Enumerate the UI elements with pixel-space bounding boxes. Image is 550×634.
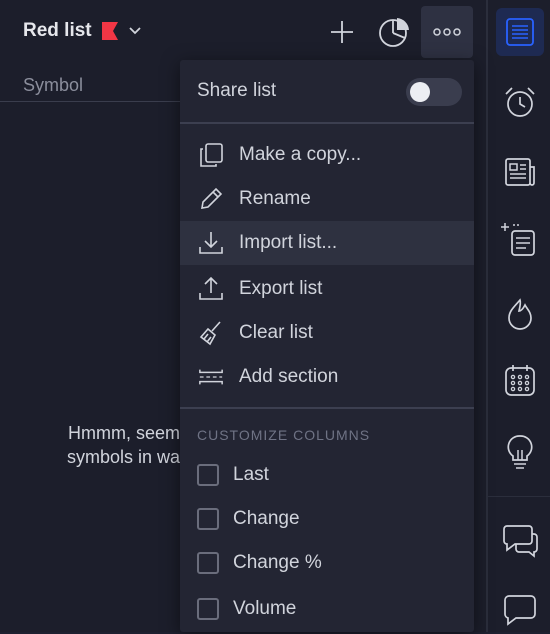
chevron-down-icon[interactable] [128,24,142,38]
calendar-button[interactable] [496,356,544,404]
chats-button[interactable] [496,516,544,564]
calendar-icon [503,363,537,397]
news-icon [503,155,537,189]
checkbox[interactable] [197,598,219,620]
checkbox[interactable] [197,508,219,530]
column-option-label: Last [233,464,269,485]
alarm-clock-icon [503,85,537,119]
rail-divider [488,496,550,497]
column-header-symbol[interactable]: Symbol [23,75,83,96]
news-button[interactable] [496,148,544,196]
menu-item-label: Import list... [239,232,338,253]
ideas-button[interactable] [496,428,544,476]
alerts-button[interactable] [496,78,544,126]
flame-icon [504,297,536,331]
menu-item-label: Export list [239,278,323,299]
watchlist-icon [505,17,535,47]
column-option-label: Volume [233,598,297,619]
column-option-last[interactable]: Last [180,453,474,497]
add-symbol-button[interactable] [316,6,368,58]
broom-icon [198,320,224,346]
customize-columns-title: CUSTOMIZE COLUMNS [197,427,371,443]
plus-icon [329,19,355,45]
share-list-label: Share list [197,80,277,101]
menu-item-label: Rename [239,188,311,209]
menu-item-label: Add section [239,366,339,387]
hotlists-button[interactable] [496,290,544,338]
screener-icon [501,221,539,259]
section-icon [198,364,224,390]
menu-item-import-list[interactable]: Import list... [180,221,474,265]
column-option-label: Change % [233,552,322,573]
empty-state-message: Hmmm, seem symbols in wa [40,421,180,469]
copy-icon [198,142,224,168]
toggle-knob [410,82,430,102]
upload-icon [198,276,224,302]
empty-line-1: Hmmm, seem [68,423,180,443]
menu-item-export-list[interactable]: Export list [180,267,474,311]
watchlist-button[interactable] [496,8,544,56]
menu-item-make-copy[interactable]: Make a copy... [180,133,474,177]
chats-icon [501,522,539,558]
flag-icon[interactable] [101,21,119,41]
more-options-button[interactable] [421,6,473,58]
more-dots-icon [433,28,461,36]
menu-divider [180,407,474,409]
menu-item-clear-list[interactable]: Clear list [180,311,474,355]
menu-item-label: Clear list [239,322,313,343]
right-sidebar [486,0,550,632]
download-icon [198,230,224,256]
menu-item-rename[interactable]: Rename [180,177,474,221]
screener-button[interactable] [496,216,544,264]
share-list-toggle[interactable] [406,78,462,106]
checkbox[interactable] [197,464,219,486]
pencil-icon [198,186,224,212]
lightbulb-icon [505,434,535,470]
checkbox[interactable] [197,552,219,574]
column-option-volume[interactable]: Volume [180,587,474,631]
advanced-view-button[interactable] [368,6,420,58]
header-divider [0,101,182,102]
menu-item-add-section[interactable]: Add section [180,355,474,399]
column-option-change-percent[interactable]: Change % [180,541,474,585]
column-option-change[interactable]: Change [180,497,474,541]
watchlist-header: Red list [0,0,486,62]
column-option-label: Change [233,508,300,529]
list-title[interactable]: Red list [23,20,92,42]
empty-line-2: symbols in wa [66,447,180,467]
more-options-menu: Share list Make a copy... Rename Import … [180,60,474,632]
pie-chart-icon [378,16,410,48]
chat-icon [502,593,538,627]
chat-button[interactable] [496,586,544,634]
menu-item-label: Make a copy... [239,144,362,165]
menu-divider [180,122,474,124]
